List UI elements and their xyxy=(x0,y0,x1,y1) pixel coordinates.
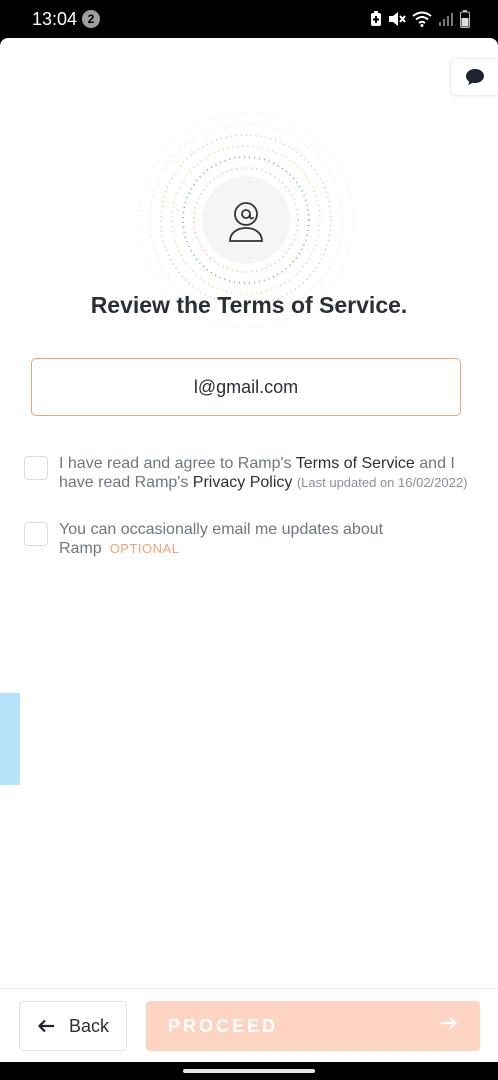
terms-text: I have read and agree to Ramp's Terms of… xyxy=(59,454,479,492)
status-icons xyxy=(370,10,470,28)
marketing-checkbox[interactable] xyxy=(24,522,48,546)
privacy-policy-link[interactable]: Privacy Policy xyxy=(193,474,293,491)
back-button[interactable]: Back xyxy=(19,1001,127,1051)
page-title: Review the Terms of Service. xyxy=(90,292,408,318)
status-bar: 13:04 2 xyxy=(0,0,498,38)
arrow-right-icon xyxy=(441,1016,458,1030)
wifi-icon xyxy=(412,11,432,27)
email-field[interactable] xyxy=(31,358,461,416)
battery-icon xyxy=(460,10,470,28)
chat-bubble-icon xyxy=(465,69,484,85)
mute-icon xyxy=(389,12,406,26)
battery-saver-icon xyxy=(371,11,381,26)
marketing-consent-row[interactable]: You can occasionally email me updates ab… xyxy=(24,520,479,558)
status-time: 13:04 xyxy=(32,9,78,29)
app-content: Review the Terms of Service. I have read… xyxy=(0,38,498,1062)
proceed-label: PROCEED xyxy=(168,1016,279,1036)
proceed-button[interactable]: PROCEED xyxy=(146,1001,480,1051)
chat-button[interactable] xyxy=(450,58,498,96)
side-tab[interactable] xyxy=(0,693,20,785)
marketing-label: You can occasionally email me updates ab… xyxy=(59,521,384,557)
notification-badge: 2 xyxy=(82,10,100,28)
terms-checkbox[interactable] xyxy=(24,456,48,480)
last-updated-note: (Last updated on 16/02/2022) xyxy=(296,475,468,490)
terms-of-service-link[interactable]: Terms of Service xyxy=(296,455,415,472)
signal-icon xyxy=(439,13,453,26)
system-nav-bar xyxy=(0,1062,498,1080)
terms-consent-row[interactable]: I have read and agree to Ramp's Terms of… xyxy=(24,454,479,492)
arrow-left-icon xyxy=(37,1019,54,1033)
optional-label: OPTIONAL xyxy=(109,541,180,556)
back-label: Back xyxy=(68,1015,110,1036)
email-input[interactable] xyxy=(32,359,460,415)
marketing-text: You can occasionally email me updates ab… xyxy=(59,520,479,558)
terms-prefix: I have read and agree to Ramp's xyxy=(59,455,296,472)
bottom-action-bar: Back PROCEED xyxy=(0,988,498,1062)
home-indicator[interactable] xyxy=(183,1069,315,1073)
